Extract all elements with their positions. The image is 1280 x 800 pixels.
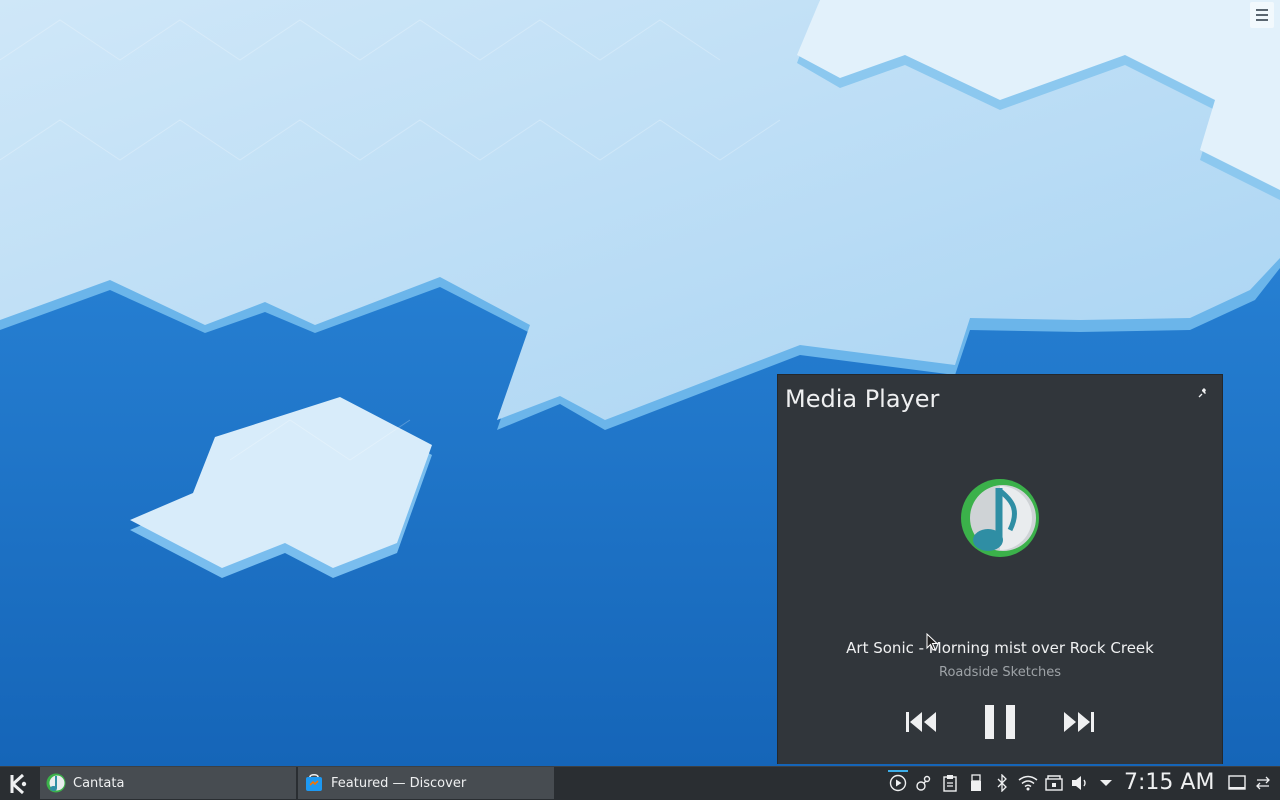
discover-icon: [304, 773, 324, 793]
pin-button[interactable]: [1196, 385, 1210, 399]
task-cantata[interactable]: Cantata: [40, 767, 296, 799]
mouse-cursor-icon: [926, 633, 938, 651]
pause-icon: [985, 705, 1015, 739]
popup-title: Media Player: [785, 385, 940, 413]
show-desktop-icon: [1228, 775, 1246, 790]
cantata-icon: [961, 479, 1039, 557]
playback-controls: [778, 702, 1222, 742]
usb-device-icon: [971, 774, 981, 791]
tray-volume[interactable]: [1067, 767, 1093, 799]
wifi-icon: [1018, 775, 1038, 791]
menu-icon-line: [1256, 14, 1268, 16]
expand-tray-icon: [1100, 780, 1112, 786]
tray-clipboard[interactable]: [937, 767, 963, 799]
show-desktop-button[interactable]: [1224, 767, 1250, 799]
track-title: Art Sonic - Morning mist over Rock Creek: [846, 639, 1154, 657]
pin-icon: [1198, 388, 1206, 398]
panel-settings-button[interactable]: [1250, 767, 1276, 799]
desktop-toolbox-button[interactable]: [1250, 2, 1274, 28]
task-label: Cantata: [73, 775, 125, 791]
skip-forward-icon: [1064, 712, 1094, 732]
menu-icon: [1256, 9, 1268, 11]
tray-wifi[interactable]: [1015, 767, 1041, 799]
tray-vault[interactable]: [1041, 767, 1067, 799]
task-label: Featured — Discover: [331, 775, 467, 791]
next-button[interactable]: [1058, 702, 1098, 742]
system-tray: [885, 767, 1119, 799]
album-name: Roadside Sketches: [939, 665, 1061, 680]
application-launcher[interactable]: [4, 770, 32, 798]
tray-updates[interactable]: [911, 767, 937, 799]
media-player-icon: [889, 774, 907, 792]
task-discover[interactable]: Featured — Discover: [298, 767, 554, 799]
clipboard-icon: [943, 775, 957, 792]
tray-bluetooth[interactable]: [989, 767, 1015, 799]
skip-back-icon: [906, 712, 936, 732]
digital-clock[interactable]: 7:15 AM: [1124, 767, 1214, 799]
previous-button[interactable]: [902, 702, 942, 742]
album-art: [960, 478, 1040, 558]
vault-icon: [1045, 775, 1063, 791]
tray-media-player[interactable]: [885, 767, 911, 799]
play-pause-button[interactable]: [980, 702, 1020, 742]
panel-settings-icon: [1256, 776, 1270, 790]
cantata-icon: [46, 773, 66, 793]
tray-usb-device[interactable]: [963, 767, 989, 799]
tray-expand[interactable]: [1093, 767, 1119, 799]
menu-icon-line: [1256, 19, 1268, 21]
bluetooth-icon: [997, 774, 1007, 792]
updates-icon: [916, 775, 931, 791]
taskbar: Cantata Featured — Discover 7:15 AM: [0, 766, 1280, 800]
volume-icon: [1072, 776, 1086, 790]
kde-logo-icon: [10, 773, 27, 795]
media-player-popup: Media Player Art Sonic - Morning mist ov…: [777, 374, 1223, 764]
